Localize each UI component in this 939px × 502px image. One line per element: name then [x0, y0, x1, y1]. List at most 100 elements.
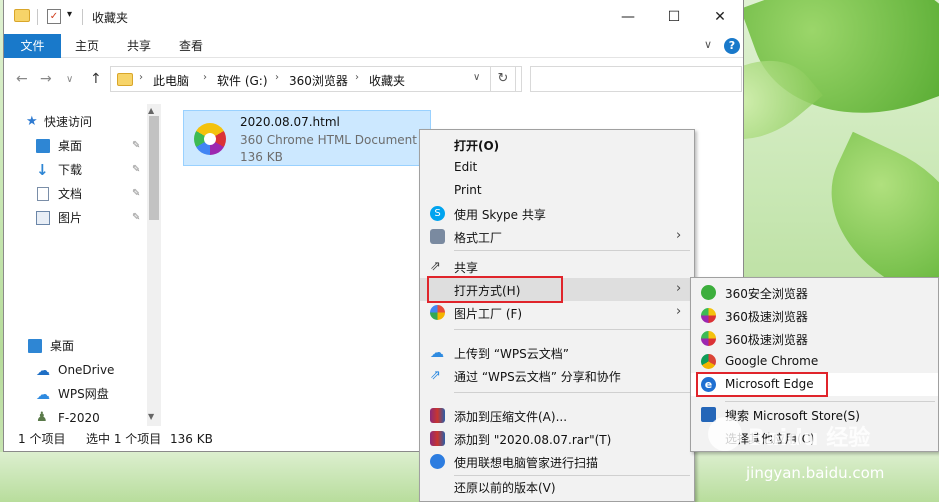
scroll-down-icon[interactable]: ▼ [148, 412, 154, 421]
chrome-icon [701, 354, 716, 369]
quick-access-dropdown-icon[interactable]: ▾ [67, 9, 72, 20]
360-chrome-document-icon [194, 123, 226, 155]
pin-icon: ✎ [132, 164, 141, 175]
tab-share[interactable]: 共享 [113, 34, 165, 58]
sidebar-item-user[interactable]: ♟ F-2020 [4, 408, 146, 428]
submenu-item-360-speed-browser-2[interactable]: 360极速浏览器 [691, 327, 938, 350]
submenu-item-google-chrome[interactable]: Google Chrome [691, 350, 938, 373]
chevron-right-icon[interactable]: › [139, 72, 143, 83]
submenu-item-360-speed-browser[interactable]: 360极速浏览器 [691, 304, 938, 327]
close-button[interactable]: ✕ [697, 0, 743, 34]
divider [82, 9, 83, 25]
properties-icon[interactable]: ✓ [47, 9, 61, 24]
sidebar-item-desktop-root[interactable]: 桌面 [4, 336, 146, 356]
menu-item-edit[interactable]: Edit [420, 156, 694, 179]
menu-item-upload-wps[interactable]: ☁ 上传到 “WPS云文档” [420, 341, 694, 364]
highlight-box [427, 276, 563, 303]
tab-view[interactable]: 查看 [165, 34, 217, 58]
lenovo-manager-icon [430, 454, 445, 469]
sidebar-item-onedrive[interactable]: ☁ OneDrive [4, 360, 146, 380]
desktop-icon [28, 339, 42, 353]
menu-item-open[interactable]: 打开(O) [420, 133, 694, 156]
sidebar-item-downloads[interactable]: ↓ 下载 ✎ [4, 160, 146, 180]
submenu-item-label: 360极速浏览器 [725, 310, 808, 324]
breadcrumb-drive[interactable]: 软件 (G:) [217, 72, 268, 89]
360-speed-browser-icon [701, 308, 716, 323]
menu-item-label: 添加到 "2020.08.07.rar"(T) [454, 433, 612, 447]
watermark-url: jingyan.baidu.com [746, 464, 885, 482]
menu-item-label: 打开(O) [454, 139, 500, 153]
menu-item-skype-share[interactable]: S 使用 Skype 共享 [420, 202, 694, 225]
sidebar-item-quick-access[interactable]: ★ 快速访问 [4, 112, 146, 132]
pin-icon: ✎ [132, 188, 141, 199]
sidebar-item-label: OneDrive [58, 363, 115, 377]
back-icon[interactable]: ← [16, 71, 28, 87]
sidebar-item-pictures[interactable]: 图片 ✎ [4, 208, 146, 228]
maximize-button[interactable]: ☐ [651, 0, 697, 34]
menu-item-add-rar[interactable]: 添加到 "2020.08.07.rar"(T) [420, 427, 694, 450]
menu-item-label: 格式工厂 [454, 231, 503, 245]
watermark-text: Baidu 经验 [748, 426, 871, 451]
navpane-scrollbar[interactable]: ▲ ▼ [147, 104, 161, 426]
menu-item-restore-versions[interactable]: 还原以前的版本(V) [420, 475, 694, 498]
cloud-icon: ☁ [36, 387, 50, 403]
address-bar-row: ← → ∨ ↑ › 此电脑 › 软件 (G:) › 360浏览器 › 收藏夹 ∨… [4, 58, 743, 102]
sidebar-item-documents[interactable]: 文档 ✎ [4, 184, 146, 204]
address-dropdown-icon[interactable]: ∨ [473, 72, 480, 83]
chevron-right-icon[interactable]: › [203, 72, 207, 83]
forward-icon[interactable]: → [40, 71, 52, 87]
menu-item-label: Print [454, 183, 482, 197]
file-item-selected[interactable]: 2020.08.07.html 360 Chrome HTML Document… [183, 110, 431, 166]
status-item-count: 1 个项目 [18, 432, 66, 446]
sidebar-item-label: 快速访问 [44, 115, 93, 129]
breadcrumb-this-pc[interactable]: 此电脑 [153, 72, 189, 89]
scrollbar-thumb[interactable] [149, 116, 159, 220]
cloud-icon: ☁ [36, 363, 50, 379]
menu-item-share-wps[interactable]: ⇗ 通过 “WPS云文档” 分享和协作 [420, 364, 694, 387]
expand-ribbon-icon[interactable]: ∨ [704, 38, 712, 51]
help-icon[interactable]: ? [724, 38, 740, 54]
menu-item-add-archive[interactable]: 添加到压缩文件(A)... [420, 404, 694, 427]
menu-item-picture-factory[interactable]: 图片工厂 (F) › [420, 301, 694, 324]
window-title: 收藏夹 [92, 11, 129, 25]
tab-home[interactable]: 主页 [61, 34, 113, 58]
desktop-icon [36, 139, 50, 153]
cloud-upload-icon: ☁ [430, 345, 444, 361]
menu-item-label: 使用联想电脑管家进行扫描 [454, 456, 599, 470]
menu-item-label: 图片工厂 (F) [454, 307, 523, 321]
breadcrumb-favorites[interactable]: 收藏夹 [369, 72, 405, 89]
menu-separator [454, 392, 690, 393]
chevron-right-icon[interactable]: › [275, 72, 279, 83]
search-input[interactable] [530, 66, 742, 92]
address-bar[interactable]: › 此电脑 › 软件 (G:) › 360浏览器 › 收藏夹 ∨ [110, 66, 522, 92]
refresh-button[interactable]: ↻ [490, 66, 516, 92]
sidebar-item-label: 桌面 [58, 139, 83, 153]
status-selected: 选中 1 个项目 [86, 432, 162, 446]
chevron-right-icon: › [676, 304, 682, 319]
menu-item-label: 添加到压缩文件(A)... [454, 410, 568, 424]
up-icon[interactable]: ↑ [90, 71, 102, 87]
menu-item-share[interactable]: ⇗ 共享 [420, 255, 694, 278]
menu-item-format-factory[interactable]: 格式工厂 › [420, 225, 694, 248]
pin-icon: ✎ [132, 140, 141, 151]
sidebar-item-label: WPS网盘 [58, 387, 109, 401]
menu-item-print[interactable]: Print [420, 179, 694, 202]
scroll-up-icon[interactable]: ▲ [148, 106, 154, 115]
file-type: 360 Chrome HTML Document [240, 133, 417, 147]
picture-factory-icon [430, 305, 445, 320]
tab-file[interactable]: 文件 [4, 34, 61, 58]
ribbon-tabs: 文件 主页 共享 查看 ∨ ? [4, 34, 743, 58]
breadcrumb-360-browser[interactable]: 360浏览器 [289, 72, 348, 89]
status-size: 136 KB [170, 432, 213, 446]
winrar-icon [430, 408, 445, 423]
sidebar-item-label: 下载 [58, 163, 83, 177]
sidebar-item-wps-drive[interactable]: ☁ WPS网盘 [4, 384, 146, 404]
menu-item-lenovo-scan[interactable]: 使用联想电脑管家进行扫描 [420, 450, 694, 473]
recent-locations-icon[interactable]: ∨ [66, 74, 73, 85]
sidebar-item-desktop[interactable]: 桌面 ✎ [4, 136, 146, 156]
minimize-button[interactable]: — [605, 0, 651, 34]
chevron-right-icon[interactable]: › [355, 72, 359, 83]
submenu-item-360-secure-browser[interactable]: 360安全浏览器 [691, 281, 938, 304]
sidebar-item-label: F-2020 [58, 411, 100, 425]
menu-separator [454, 250, 690, 251]
